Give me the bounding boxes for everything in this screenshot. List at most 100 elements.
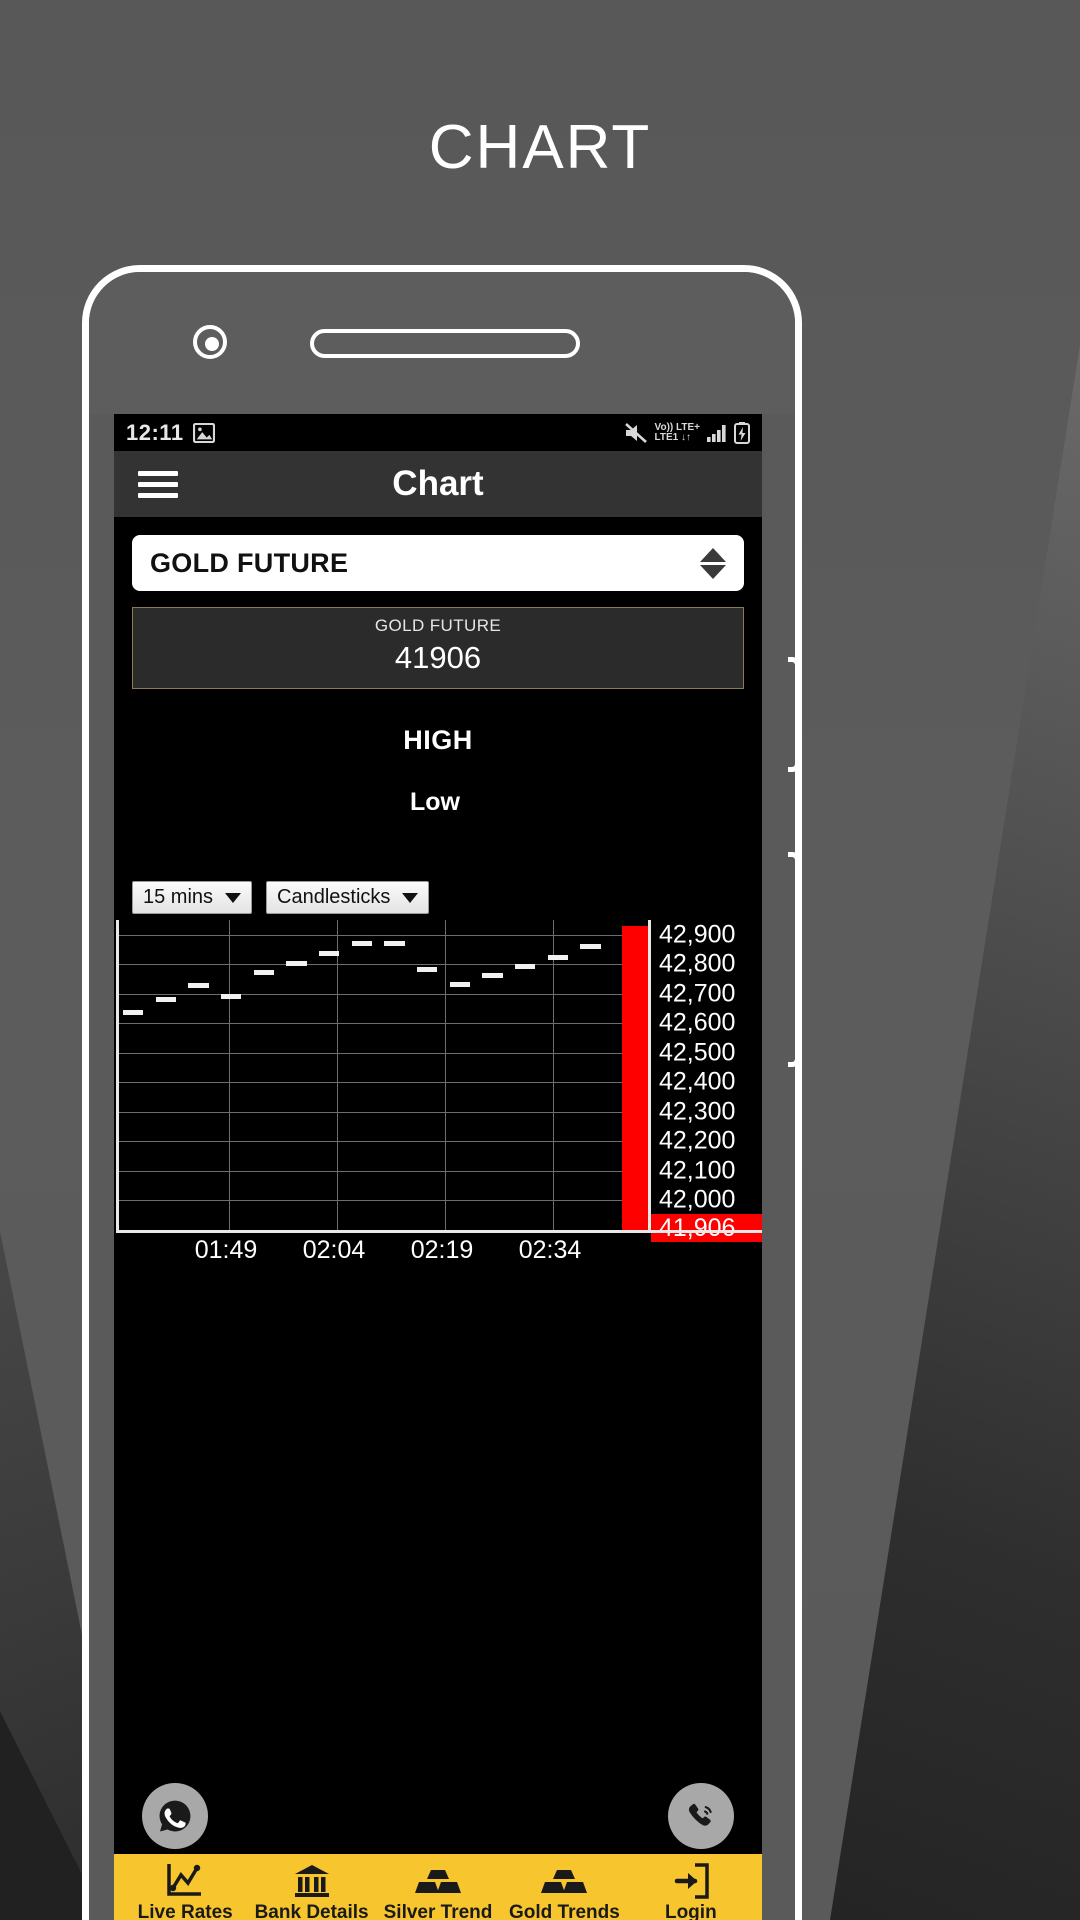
network-line-2: LTE1 ↓↑ xyxy=(654,431,692,443)
chart-candle xyxy=(319,951,340,956)
interval-dropdown[interactable]: 15 mins xyxy=(132,881,253,914)
chart-candle xyxy=(482,973,503,979)
bullion-bars-icon xyxy=(415,1870,462,1893)
battery-charging-icon xyxy=(734,421,750,444)
chart-gridline-v xyxy=(553,920,554,1230)
chart-gridline-v xyxy=(337,920,338,1230)
price-card: GOLD FUTURE 41906 xyxy=(132,607,744,689)
chevron-down-icon xyxy=(402,892,419,903)
network-indicator: Vo)) LTE+ LTE1 ↓↑ xyxy=(654,421,700,443)
bottom-nav-items: Live Rates Bank Details Silver Trend Gol… xyxy=(114,1854,762,1920)
bottom-navigation: Live Rates Bank Details Silver Trend Gol… xyxy=(114,1854,762,1920)
chart-gridline-h xyxy=(119,1111,646,1113)
bank-icon xyxy=(294,1865,329,1897)
image-icon xyxy=(192,422,215,443)
phone-screen: 12:11 Vo)) LTE+ LTE1 ↓↑ Chart GOLD FUTUR… xyxy=(114,414,762,1920)
chart-gridline-h xyxy=(119,934,646,936)
status-bar: 12:11 Vo)) LTE+ LTE1 ↓↑ xyxy=(114,414,762,451)
chart-gridline-h xyxy=(119,964,646,966)
chart-x-tick-label: 02:34 xyxy=(518,1236,582,1264)
bullion-bars-icon xyxy=(541,1870,588,1893)
chart-gridline-h xyxy=(119,1141,646,1143)
charttype-dropdown[interactable]: Candlesticks xyxy=(266,881,430,914)
chart-gridline-h xyxy=(119,1082,646,1084)
phone-top-bezel xyxy=(89,272,795,414)
nav-item-silver-trend[interactable]: Silver Trend xyxy=(375,1866,501,1920)
chart-y-tick-label: 42,100 xyxy=(659,1156,736,1185)
nav-item-gold-trends[interactable]: Gold Trends xyxy=(501,1866,627,1920)
symbol-select-value: GOLD FUTURE xyxy=(150,547,349,578)
symbol-select[interactable]: GOLD FUTURE xyxy=(132,535,744,591)
chart-x-tick-labels: 01:49 02:04 02:19 02:34 xyxy=(114,1236,762,1280)
phone-mockup-frame: 12:11 Vo)) LTE+ LTE1 ↓↑ Chart GOLD FUTUR… xyxy=(82,265,802,1920)
nav-label: Live Rates xyxy=(137,1902,233,1920)
high-low-section: HIGH Low xyxy=(114,689,762,817)
chart-y-tick-label: 42,300 xyxy=(659,1097,736,1126)
whatsapp-icon xyxy=(159,1800,191,1832)
chart-gridline-v xyxy=(445,920,446,1230)
status-clock: 12:11 xyxy=(126,419,184,445)
chart-gridline-h xyxy=(119,1023,646,1025)
chart-candle xyxy=(221,993,242,999)
app-header: Chart xyxy=(114,451,762,517)
chart-x-axis xyxy=(116,1230,762,1233)
nav-label: Silver Trend xyxy=(383,1902,493,1920)
chart-y-tick-label: 42,900 xyxy=(659,920,736,949)
chart-y-tick-label: 42,600 xyxy=(659,1008,736,1037)
price-card-value: 41906 xyxy=(394,640,482,675)
chart-gridline-h xyxy=(119,993,646,995)
interval-dropdown-value: 15 mins xyxy=(143,886,214,908)
chart-y-axis: 42,900 42,800 42,700 42,600 42,500 42,400 42,3… xyxy=(648,920,762,1243)
nav-item-login[interactable]: Login xyxy=(628,1862,754,1920)
updown-spinner-icon xyxy=(700,547,726,579)
chart-gridline-h xyxy=(119,1200,646,1202)
chart-gridline-v xyxy=(229,920,230,1230)
chart-y-tick-label: 42,700 xyxy=(659,979,736,1008)
chart-x-tick-label: 02:04 xyxy=(302,1236,366,1264)
chart-x-tick-label: 01:49 xyxy=(194,1236,258,1264)
login-arrow-icon xyxy=(674,1863,709,1899)
high-label: HIGH xyxy=(403,725,473,755)
volume-button[interactable] xyxy=(788,657,795,772)
chart-y-tick-label: 42,500 xyxy=(659,1038,736,1067)
chart-gridline-h xyxy=(119,1052,646,1054)
low-label: Low xyxy=(410,788,460,816)
charttype-dropdown-value: Candlesticks xyxy=(277,886,391,908)
chart-y-tick-label: 42,200 xyxy=(659,1126,736,1155)
whatsapp-fab[interactable] xyxy=(142,1783,208,1849)
chart-y-tick-label: 42,800 xyxy=(659,949,736,978)
chart-candle xyxy=(155,996,176,1002)
chart-candle xyxy=(253,970,274,976)
nav-label: Gold Trends xyxy=(508,1902,620,1920)
call-fab[interactable] xyxy=(668,1783,734,1849)
chart-last-candle xyxy=(622,925,649,1230)
page-title: CHART xyxy=(428,113,652,182)
line-chart-icon xyxy=(167,1864,202,1896)
chart-candle xyxy=(515,964,536,970)
chart-candle xyxy=(286,961,307,967)
chart-y-tick-label: 42,000 xyxy=(659,1185,736,1214)
chart-y-tick-label: 42,400 xyxy=(659,1067,736,1096)
nav-label: Bank Details xyxy=(254,1902,369,1920)
chart-candle xyxy=(351,940,372,946)
chart-candle xyxy=(547,955,568,961)
chevron-down-icon xyxy=(225,892,242,903)
front-camera-icon xyxy=(193,325,227,359)
nav-item-bank-details[interactable]: Bank Details xyxy=(248,1862,374,1920)
price-card-name: GOLD FUTURE xyxy=(374,616,502,635)
network-line-1: Vo)) LTE+ xyxy=(654,421,700,433)
chart-candle xyxy=(188,983,209,989)
chart-candle xyxy=(449,982,470,987)
signal-bars-icon xyxy=(706,424,728,442)
nav-item-live-rates[interactable]: Live Rates xyxy=(122,1862,248,1920)
power-button[interactable] xyxy=(788,852,795,1067)
hamburger-menu-icon[interactable] xyxy=(138,465,178,504)
chart-gridline-h xyxy=(119,1170,646,1172)
chart-controls: 15 mins Candlesticks xyxy=(132,881,762,914)
nav-label: Login xyxy=(664,1902,717,1920)
price-chart[interactable]: 42,900 42,800 42,700 42,600 42,500 42,400 42,3… xyxy=(114,920,762,1264)
earpiece-speaker xyxy=(310,329,580,358)
mute-icon xyxy=(623,422,649,444)
chart-candle xyxy=(123,1010,144,1016)
chart-plot-area[interactable] xyxy=(116,920,649,1230)
